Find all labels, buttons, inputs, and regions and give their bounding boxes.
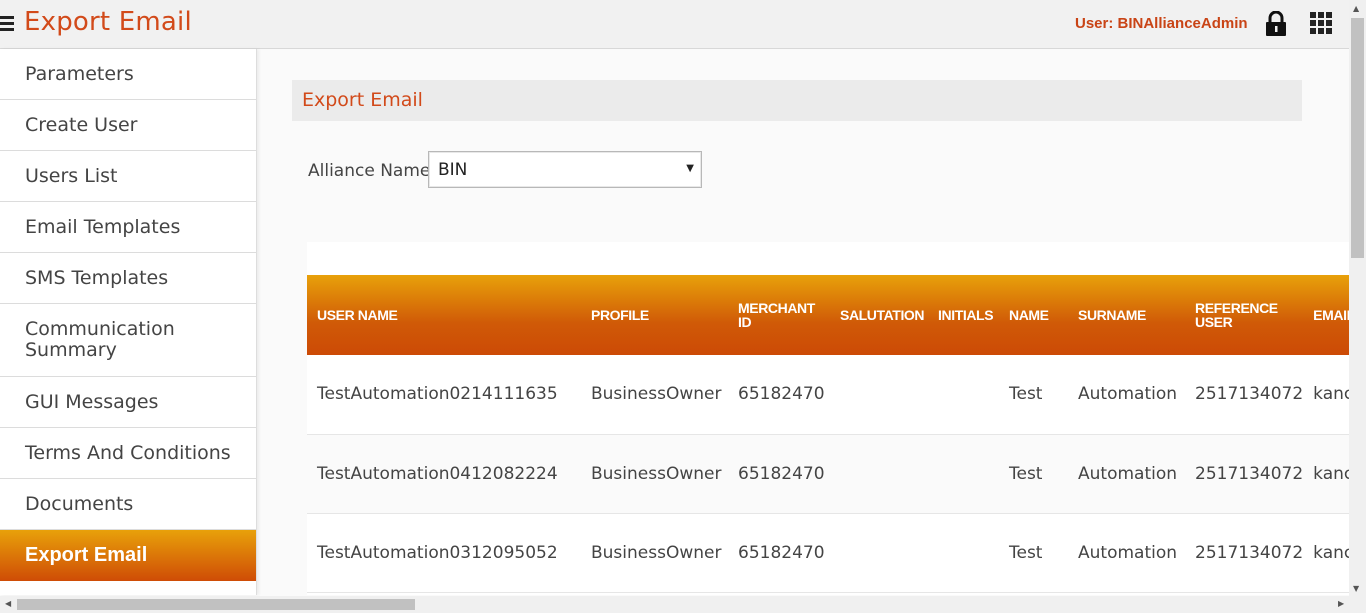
cell-profile: BusinessOwner	[591, 384, 722, 405]
cell-merchant-id: 65182470	[738, 384, 825, 405]
table-row[interactable]: TestAutomation0312095052 BusinessOwner 6…	[307, 513, 1349, 592]
lock-icon[interactable]	[1265, 11, 1287, 36]
cell-reference-user: 2517134072	[1195, 384, 1304, 405]
vertical-scroll-thumb[interactable]	[1351, 18, 1364, 258]
cell-email: kanc	[1313, 463, 1349, 484]
cell-profile: BusinessOwner	[591, 542, 722, 563]
column-header-profile[interactable]: PROFILE	[581, 275, 728, 355]
column-header-label: REFERENCE USER	[1195, 300, 1278, 330]
cell-surname: Automation	[1078, 542, 1178, 563]
sidebar-item-label: Export Email	[25, 544, 148, 566]
sidebar-item-label: GUI Messages	[25, 391, 159, 413]
column-header-user-name[interactable]: USER NAME	[307, 275, 581, 355]
cell-surname: Automation	[1078, 463, 1178, 484]
sidebar-item-gui-messages[interactable]: GUI Messages	[0, 377, 256, 428]
sidebar-item-sms-templates[interactable]: SMS Templates	[0, 253, 256, 304]
cell-merchant-id: 65182470	[738, 463, 825, 484]
cell-salutation	[830, 434, 928, 513]
table-header-row: USER NAME PROFILE MERCHANT ID SALUTATION…	[307, 275, 1349, 355]
vertical-scrollbar[interactable]: ▲ ▼	[1349, 0, 1366, 596]
scroll-up-icon[interactable]: ▲	[1353, 4, 1359, 13]
scroll-down-icon[interactable]: ▼	[1353, 584, 1359, 593]
alliance-name-label: Alliance Name	[308, 161, 431, 181]
column-header-initials[interactable]: INITIALS	[928, 275, 999, 355]
alliance-name-select[interactable]: BIN ▼	[428, 151, 702, 188]
column-header-salutation[interactable]: SALUTATION	[830, 275, 928, 355]
chevron-down-icon: ▼	[686, 163, 694, 174]
apps-grid-icon[interactable]	[1310, 12, 1333, 35]
table-row[interactable]: TestAutomation0214111635 BusinessOwner 6…	[307, 355, 1349, 434]
section-title: Export Email	[302, 89, 423, 111]
sidebar-item-create-user[interactable]: Create User	[0, 100, 256, 151]
cell-name: Test	[1009, 384, 1043, 405]
cell-user-name: TestAutomation0412082224	[317, 463, 558, 484]
scroll-left-icon[interactable]: ◀	[5, 599, 11, 608]
sidebar-item-label: Parameters	[25, 63, 134, 85]
sidebar-item-label: Documents	[25, 493, 134, 515]
cell-salutation	[830, 355, 928, 434]
cell-surname: Automation	[1078, 384, 1178, 405]
sidebar-item-parameters[interactable]: Parameters	[0, 49, 256, 100]
sidebar-item-users-list[interactable]: Users List	[0, 151, 256, 202]
cell-user-name: TestAutomation0214111635	[317, 384, 558, 405]
sidebar-item-label: Email Templates	[25, 216, 181, 238]
user-label: User: BINAllianceAdmin	[1075, 15, 1248, 32]
sidebar-item-label: Communication Summary	[25, 318, 175, 361]
column-header-email[interactable]: EMAIL	[1303, 275, 1349, 355]
cell-salutation	[830, 513, 928, 592]
sidebar-nav: Parameters Create User Users List Email …	[0, 49, 257, 595]
cell-name: Test	[1009, 542, 1043, 563]
cell-email: kanc	[1313, 542, 1349, 563]
cell-initials	[928, 355, 999, 434]
table-row[interactable]: TestAutomation0412082224 BusinessOwner 6…	[307, 434, 1349, 513]
cell-initials	[928, 513, 999, 592]
column-header-label: MERCHANT ID	[738, 300, 815, 330]
top-header: Export Email User: BINAllianceAdmin	[0, 0, 1349, 49]
column-header-merchant-id[interactable]: MERCHANT ID	[728, 275, 830, 355]
sidebar-item-email-templates[interactable]: Email Templates	[0, 202, 256, 253]
cell-initials	[928, 434, 999, 513]
sidebar-item-terms-and-conditions[interactable]: Terms And Conditions	[0, 428, 256, 479]
cell-reference-user: 2517134072	[1195, 542, 1304, 563]
sidebar-item-documents[interactable]: Documents	[0, 479, 256, 530]
horizontal-scroll-thumb[interactable]	[17, 599, 415, 610]
sidebar-item-label: SMS Templates	[25, 267, 169, 289]
sidebar-item-label: Create User	[25, 114, 138, 136]
section-header: Export Email	[292, 80, 1302, 121]
export-email-table: USER NAME PROFILE MERCHANT ID SALUTATION…	[307, 275, 1349, 593]
sidebar-item-label: Terms And Conditions	[25, 442, 231, 464]
scroll-right-icon[interactable]: ▶	[1338, 599, 1344, 608]
main-content: Export Email Alliance Name BIN ▼ USER NA…	[257, 49, 1349, 595]
alliance-name-value: BIN	[438, 160, 468, 180]
column-header-name[interactable]: NAME	[999, 275, 1068, 355]
menu-icon[interactable]	[0, 16, 14, 32]
sidebar-item-export-email[interactable]: Export Email	[0, 530, 256, 581]
cell-email: kanc	[1313, 384, 1349, 405]
cell-reference-user: 2517134072	[1195, 463, 1304, 484]
column-header-reference-user[interactable]: REFERENCE USER	[1185, 275, 1303, 355]
horizontal-scrollbar[interactable]: ◀ ▶	[0, 596, 1366, 613]
export-table-container: USER NAME PROFILE MERCHANT ID SALUTATION…	[307, 242, 1349, 595]
page-title: Export Email	[24, 7, 192, 37]
cell-profile: BusinessOwner	[591, 463, 722, 484]
sidebar-item-communication-summary[interactable]: Communication Summary	[0, 304, 256, 377]
cell-merchant-id: 65182470	[738, 542, 825, 563]
column-header-surname[interactable]: SURNAME	[1068, 275, 1185, 355]
sidebar-item-label: Users List	[25, 165, 118, 187]
cell-name: Test	[1009, 463, 1043, 484]
cell-user-name: TestAutomation0312095052	[317, 542, 558, 563]
